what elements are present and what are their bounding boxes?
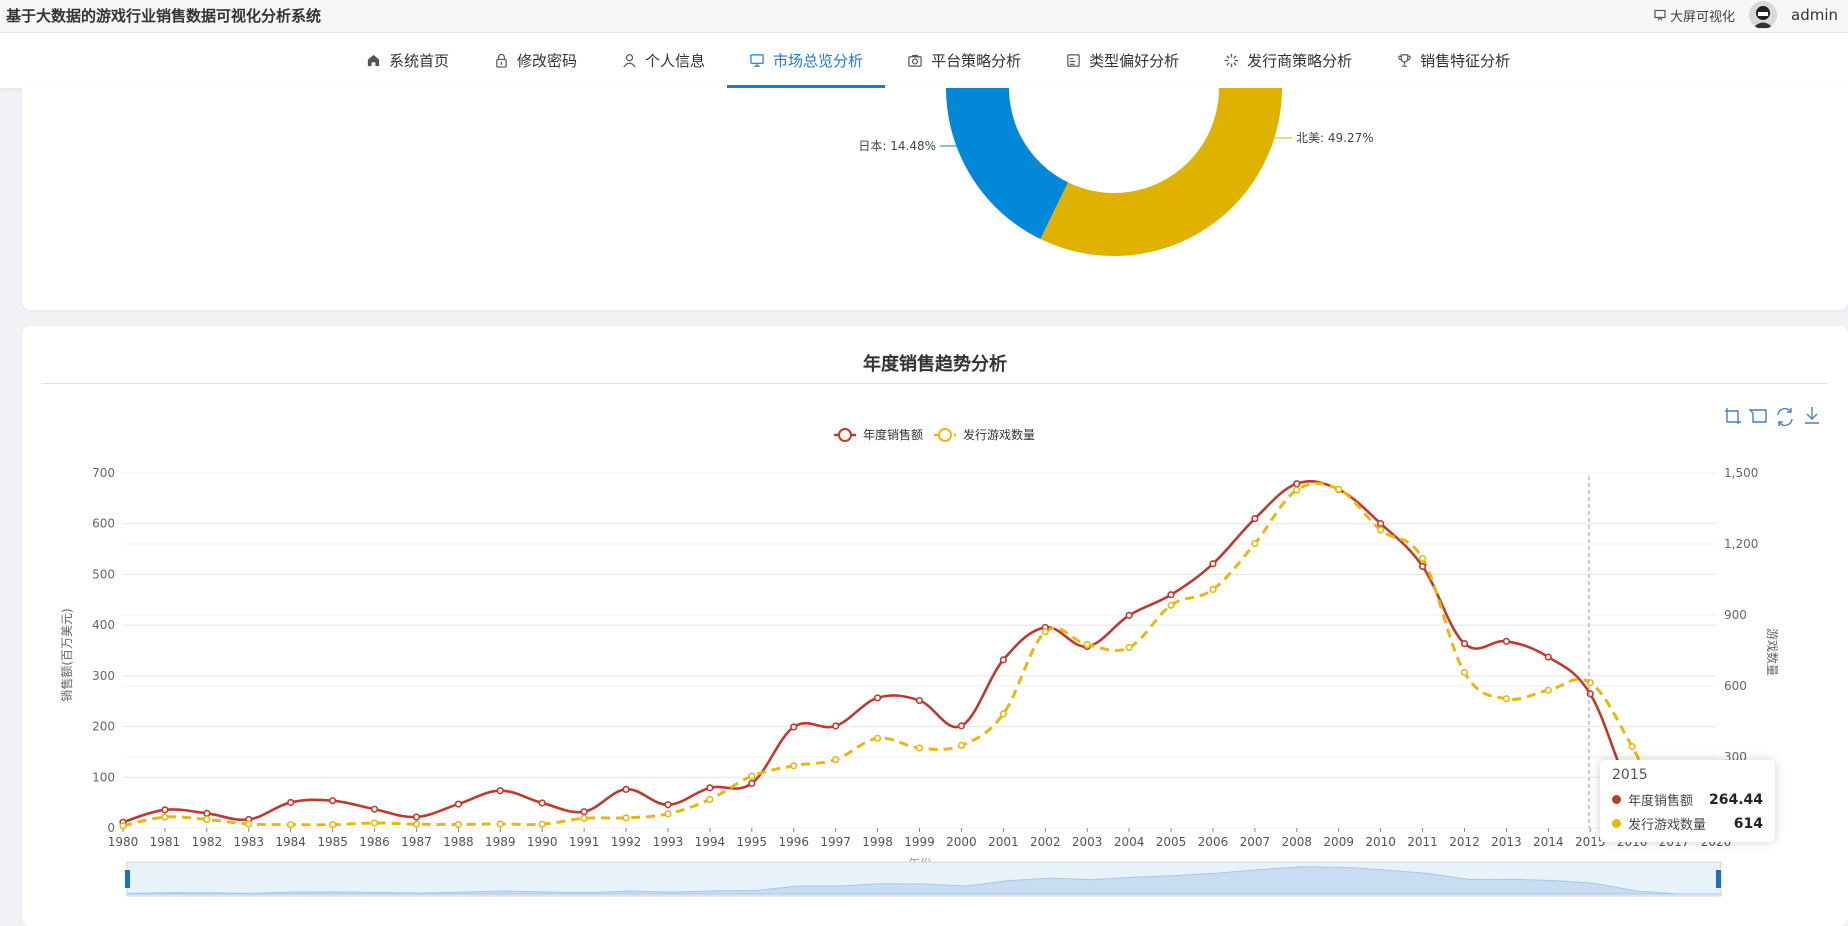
pie-slice-japan[interactable] <box>946 88 1068 239</box>
nav-item-profile[interactable]: 个人信息 <box>599 33 727 88</box>
tooltip-row-game-count: 发行游戏数量 614 <box>1612 814 1763 833</box>
nav-item-label: 类型偏好分析 <box>1089 52 1180 70</box>
avatar-icon <box>1749 1 1777 29</box>
trophy-icon <box>1396 53 1412 69</box>
nav-item-label: 修改密码 <box>517 52 578 70</box>
bigscreen-label: 大屏可视化 <box>1669 9 1735 25</box>
tooltip-value: 264.44 <box>1708 791 1763 808</box>
nav-item-label: 市场总览分析 <box>773 52 864 70</box>
user-icon <box>621 53 637 69</box>
pie-slice-north-america[interactable] <box>1040 88 1282 256</box>
username[interactable]: admin <box>1791 6 1838 24</box>
home-icon <box>365 53 381 69</box>
nav-item-label: 系统首页 <box>389 52 450 70</box>
main-nav: 系统首页 修改密码 个人信息 市场总览分析 平台策略分析 类型偏好分析 发行商策… <box>0 33 1848 88</box>
japan-slice-label: 日本: 14.48% <box>858 139 936 153</box>
nav-item-market-overview[interactable]: 市场总览分析 <box>727 33 886 88</box>
nav-items: 系统首页 修改密码 个人信息 市场总览分析 平台策略分析 类型偏好分析 发行商策… <box>343 33 1532 88</box>
nav-item-publisher-strategy[interactable]: 发行商策略分析 <box>1201 33 1374 88</box>
nav-item-home[interactable]: 系统首页 <box>343 33 471 88</box>
tooltip-row-sales: 年度销售额 264.44 <box>1612 790 1763 809</box>
bigscreen-link[interactable]: 大屏可视化 <box>1654 6 1735 25</box>
nav-item-label: 发行商策略分析 <box>1247 52 1353 70</box>
nav-item-platform-strategy[interactable]: 平台策略分析 <box>885 33 1043 88</box>
chart-title: 年度销售趋势分析 <box>863 354 1007 375</box>
tooltip-dot-game-count <box>1612 819 1621 828</box>
title-divider <box>42 383 1828 384</box>
app-title: 基于大数据的游戏行业销售数据可视化分析系统 <box>6 7 322 25</box>
avatar[interactable] <box>1749 1 1777 29</box>
tooltip-name: 年度销售额 <box>1628 794 1694 809</box>
tooltip-name: 发行游戏数量 <box>1628 818 1707 833</box>
nav-item-change-password[interactable]: 修改密码 <box>471 33 599 88</box>
tooltip-title: 2015 <box>1612 767 1648 783</box>
loading-icon <box>1223 53 1239 69</box>
nav-item-genre-preference[interactable]: 类型偏好分析 <box>1043 33 1201 88</box>
annual-trend-card: 年度销售趋势分析 <box>22 326 1848 926</box>
tooltip-value: 614 <box>1733 815 1763 832</box>
nav-item-label: 销售特征分析 <box>1420 52 1511 70</box>
north-america-slice-label: 北美: 49.27% <box>1296 131 1374 145</box>
app-header: 基于大数据的游戏行业销售数据可视化分析系统 大屏可视化 admin <box>0 0 1848 33</box>
region-share-card: 日本: 14.48% 北美: 49.27% <box>22 88 1848 310</box>
header-right: 大屏可视化 admin <box>1654 0 1838 30</box>
nav-item-sales-features[interactable]: 销售特征分析 <box>1374 33 1532 88</box>
tooltip-dot-sales <box>1612 795 1621 804</box>
chart-tooltip: 2015 年度销售额 264.44 发行游戏数量 614 <box>1600 760 1775 842</box>
image-icon <box>1065 53 1081 69</box>
nav-item-label: 个人信息 <box>645 52 706 70</box>
region-share-pie: 日本: 14.48% 北美: 49.27% <box>858 88 1374 256</box>
monitor-icon <box>749 53 765 69</box>
lock-icon <box>493 53 509 69</box>
camera-icon <box>907 53 923 69</box>
nav-item-label: 平台策略分析 <box>931 52 1022 70</box>
bigscreen-icon <box>1654 9 1666 21</box>
